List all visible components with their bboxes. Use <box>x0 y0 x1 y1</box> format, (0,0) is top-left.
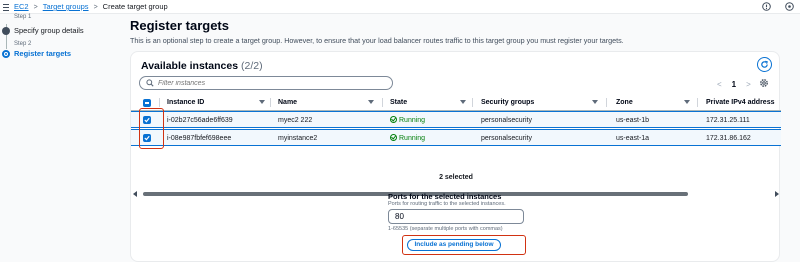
breadcrumb-current: Create target group <box>102 2 168 11</box>
search-icon <box>146 79 154 87</box>
column-divider <box>382 98 383 107</box>
selected-count: 2 selected <box>439 174 473 181</box>
instance-id: i-02b27c56ade6ff639 <box>167 117 233 124</box>
wizard-steps: Step 1 Specify group details Step 2 Regi… <box>0 14 128 262</box>
port-input[interactable]: 80 <box>388 209 524 224</box>
column-security-groups[interactable]: Security groups <box>481 94 534 111</box>
pagination: < 1 > <box>717 80 751 89</box>
prev-page-icon[interactable]: < <box>717 80 722 89</box>
step-1-dot <box>2 27 10 35</box>
sort-icon[interactable] <box>368 100 374 104</box>
instance-security-group: personalsecurity <box>481 117 532 124</box>
column-divider <box>697 98 698 107</box>
column-state[interactable]: State <box>390 94 407 111</box>
instance-private-ip: 172.31.25.111 <box>706 117 750 124</box>
column-name[interactable]: Name <box>278 94 297 111</box>
help-icon[interactable] <box>785 2 794 11</box>
port-hint: 1-65535 (separate multiple ports with co… <box>388 226 503 232</box>
filter-instances-input[interactable] <box>158 78 388 88</box>
breadcrumb-separator-2: > <box>93 4 98 11</box>
success-icon <box>390 116 397 123</box>
top-bar: EC2 > Target groups > Create target group <box>0 0 800 14</box>
column-divider <box>270 98 271 107</box>
instance-state: Running <box>390 130 425 147</box>
step-2-label: Step 2 <box>14 41 32 47</box>
instance-state: Running <box>390 112 425 129</box>
breadcrumb-separator-1: > <box>33 4 38 11</box>
scroll-right-icon[interactable] <box>775 191 779 197</box>
column-zone[interactable]: Zone <box>616 94 633 111</box>
step-1-name: Specify group details <box>14 26 84 35</box>
column-divider <box>159 98 160 107</box>
instance-zone: us-east-1b <box>616 117 650 124</box>
filter-instances-field[interactable] <box>139 76 393 90</box>
page-number[interactable]: 1 <box>732 80 736 89</box>
checkbox-highlight <box>139 108 164 149</box>
instance-name: myinstance2 <box>278 135 318 142</box>
breadcrumb: EC2 > Target groups > Create target group <box>14 2 168 13</box>
table-row[interactable]: i-02b27c56ade6ff639 myec2 222 Running pe… <box>131 111 781 128</box>
next-page-icon[interactable]: > <box>746 80 751 89</box>
step-1-label: Step 1 <box>14 14 32 20</box>
instance-private-ip: 172.31.86.162 <box>706 135 751 142</box>
available-instances-panel: Available instances (2/2) < 1 > Instance… <box>130 51 781 262</box>
ports-description: Ports for routing traffic to the selecte… <box>388 201 506 207</box>
success-icon <box>390 134 397 141</box>
column-divider <box>472 98 473 107</box>
panel-title-text: Available instances <box>141 60 239 72</box>
info-icon[interactable] <box>762 2 771 11</box>
instance-state-label: Running <box>399 117 426 124</box>
breadcrumb-target-groups[interactable]: Target groups <box>43 2 89 11</box>
column-instance-id[interactable]: Instance ID <box>167 94 204 111</box>
instance-id: i-08e987fbfef698eee <box>167 135 232 142</box>
breadcrumb-ec2[interactable]: EC2 <box>14 2 29 11</box>
instance-name: myec2 222 <box>278 117 313 124</box>
scroll-left-icon[interactable] <box>133 191 137 197</box>
sort-icon[interactable] <box>684 100 690 104</box>
refresh-button[interactable] <box>757 57 772 72</box>
refresh-icon <box>761 60 768 68</box>
instance-zone: us-east-1a <box>616 135 650 142</box>
sort-icon[interactable] <box>259 100 265 104</box>
step-2-dot <box>2 50 10 58</box>
panel-title: Available instances (2/2) <box>141 60 263 72</box>
page-title: Register targets <box>130 18 229 33</box>
step-2-name: Register targets <box>14 49 72 58</box>
menu-icon[interactable] <box>3 2 9 11</box>
instance-count: (2/2) <box>241 60 263 72</box>
instance-security-group: personalsecurity <box>481 135 532 142</box>
column-private-ipv4[interactable]: Private IPv4 address <box>706 94 775 111</box>
table-header: Instance ID Name State Security groups Z… <box>131 94 781 111</box>
table-row[interactable]: i-08e987fbfef698eee myinstance2 Running … <box>131 129 781 146</box>
ports-title: Ports for the selected instances <box>388 192 502 201</box>
include-as-pending-button[interactable]: Include as pending below <box>407 239 501 251</box>
gear-icon[interactable] <box>759 78 769 88</box>
column-divider <box>606 98 607 107</box>
select-all-checkbox[interactable] <box>143 99 151 107</box>
sort-icon[interactable] <box>592 100 598 104</box>
instance-state-label: Running <box>399 135 426 142</box>
page-description: This is an optional step to create a tar… <box>130 36 624 45</box>
sort-icon[interactable] <box>460 100 466 104</box>
